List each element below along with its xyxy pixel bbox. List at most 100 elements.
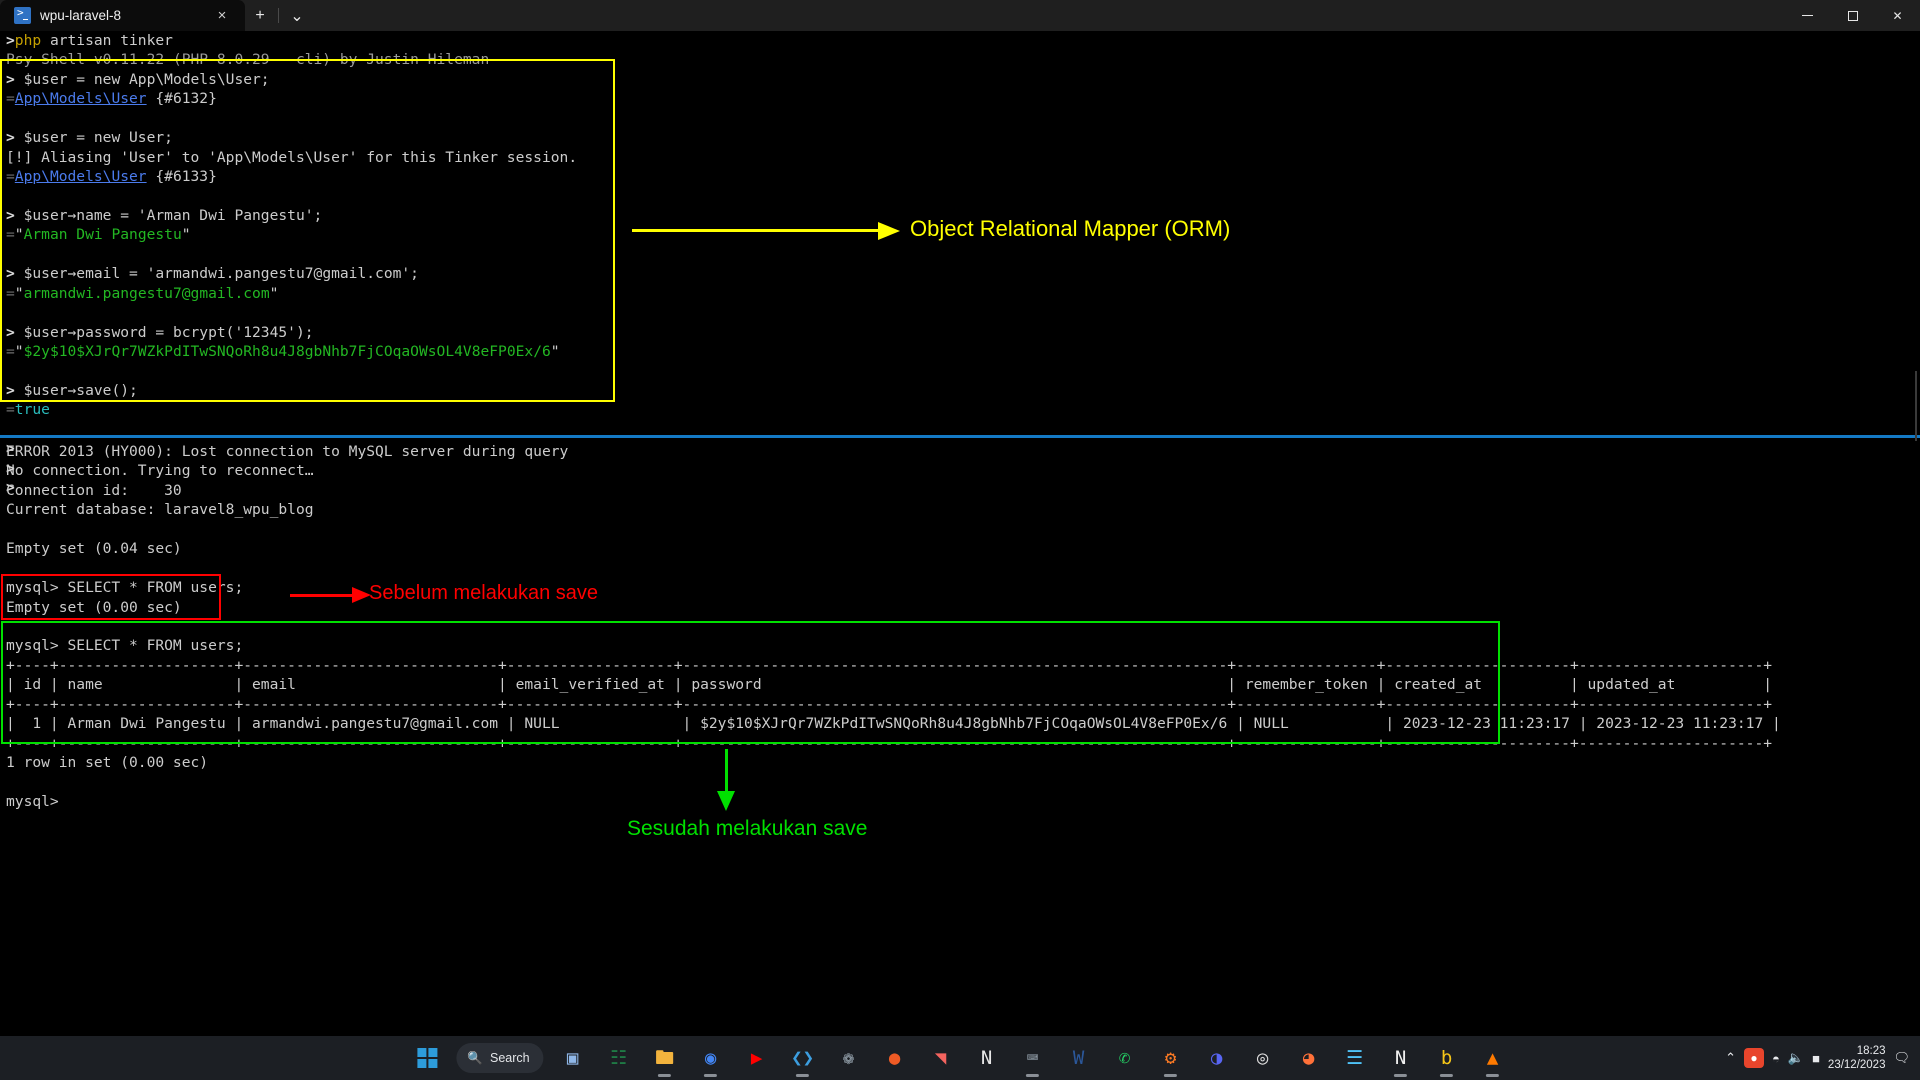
orm-arrow-line: [632, 229, 882, 232]
taskbar-item-vlc-media-player[interactable]: ▲: [1470, 1036, 1516, 1080]
mysql-pane[interactable]: ERROR 2013 (HY000): Lost connection to M…: [0, 442, 1920, 811]
mysql-line: Connection id: 30: [6, 481, 182, 499]
terminal-text: ": [269, 284, 279, 302]
tray-app-icon[interactable]: ●: [1744, 1048, 1765, 1068]
scrollbar-thumb[interactable]: [1915, 371, 1917, 441]
terminal-text: {#6132}: [146, 90, 217, 108]
terminal-line: =App\Models\User {#6132}: [0, 89, 1920, 108]
close-tab-icon[interactable]: ×: [209, 4, 235, 28]
terminal-line: ="armandwi.pangestu7@gmail.com": [0, 284, 1920, 303]
terminal-line: > $user = new App\Models\User;: [0, 70, 1920, 89]
taskbar-item-postman[interactable]: ●: [872, 1036, 918, 1080]
terminal-line: [!] Aliasing 'User' to 'App\Models\User'…: [0, 148, 1920, 167]
new-tab-button[interactable]: +: [245, 0, 275, 31]
result-marker: =: [6, 90, 15, 108]
taskbar-clock[interactable]: 18:23 23/12/2023: [1828, 1044, 1886, 1072]
notification-icon[interactable]: 🗨: [1893, 1050, 1910, 1066]
wifi-icon[interactable]: ◓: [1772, 1051, 1780, 1066]
steam-icon: ❁: [842, 1046, 855, 1069]
bitly-icon: b: [1440, 1046, 1453, 1069]
taskbar-item-whatsapp[interactable]: ✆: [1102, 1036, 1148, 1080]
terminal-text: $user→email = 'armandwi.pangestu7@gmail.…: [14, 265, 419, 283]
visual-studio-code-icon: ❮❯: [791, 1046, 815, 1069]
start-button[interactable]: [404, 1036, 450, 1080]
youtube-icon: ▶: [750, 1046, 763, 1069]
terminal-line: Psy Shell v0.11.22 (PHP 8.0.29 — cli) by…: [0, 50, 1920, 69]
terminal-text: ": [14, 343, 24, 360]
mysql-line: mysql> SELECT * FROM users;: [6, 637, 244, 655]
orm-annotation-label: Object Relational Mapper (ORM): [910, 216, 1231, 241]
terminal-text[interactable]: App\Models\User: [15, 168, 147, 185]
taskbar-item-discord[interactable]: ◑: [1194, 1036, 1240, 1080]
tab-dropdown-button[interactable]: ⌄: [282, 0, 312, 31]
window-controls: ✕: [1785, 0, 1920, 31]
taskbar-item-notion-alt[interactable]: N: [964, 1036, 1010, 1080]
prompt-marker: >: [6, 206, 15, 224]
taskbar-item-visual-studio-code[interactable]: ❮❯: [780, 1036, 826, 1080]
taskbar-item-notion[interactable]: N: [1378, 1036, 1424, 1080]
taskbar-item-microsoft-word[interactable]: W: [1056, 1036, 1102, 1080]
taskbar-item-bitly[interactable]: b: [1424, 1036, 1470, 1080]
mysql-line: [0, 772, 1920, 791]
terminal-line: ="$2y$10$XJrQr7WZkPdITwSNQoRh8u4J8gbNhb7…: [0, 342, 1920, 361]
battery-icon[interactable]: ■: [1812, 1051, 1820, 1066]
terminal-text: $user→password = bcrypt('12345');: [14, 323, 314, 341]
mysql-line: [0, 559, 1920, 578]
terminal-text: php: [14, 32, 42, 49]
taskbar-item-firefox[interactable]: ◕: [1286, 1036, 1332, 1080]
mysql-line: Empty set (0.04 sec): [6, 540, 182, 558]
mysql-line: ERROR 2013 (HY000): Lost connection to M…: [6, 443, 569, 460]
maximize-button[interactable]: [1830, 0, 1875, 31]
terminal-line: > $user = new User;: [0, 128, 1920, 147]
terminal-text: ": [550, 343, 560, 360]
taskbar-item-notepad[interactable]: ☰: [1332, 1036, 1378, 1080]
tab-title: wpu-laravel-8: [40, 8, 122, 23]
taskbar-search[interactable]: 🔍 Search: [456, 1043, 544, 1073]
taskbar-item-browser-alt[interactable]: ◎: [1240, 1036, 1286, 1080]
titlebar-divider: [278, 8, 279, 23]
firefox-icon: ◕: [1302, 1046, 1315, 1069]
windows-logo-icon: [417, 1047, 438, 1069]
terminal-text: $user→name = 'Arman Dwi Pangestu';: [14, 206, 323, 224]
taskbar-item-laravel[interactable]: ◥: [918, 1036, 964, 1080]
minimize-button[interactable]: [1785, 0, 1830, 31]
notepad-icon: ☰: [1346, 1046, 1364, 1069]
close-window-button[interactable]: ✕: [1875, 0, 1920, 31]
taskbar-item-xampp[interactable]: ⚙: [1148, 1036, 1194, 1080]
tray-chevron-icon[interactable]: ⌃: [1725, 1050, 1736, 1066]
mysql-line: +----+--------------------+-------------…: [6, 734, 1773, 752]
terminal-line: > $user→email = 'armandwi.pangestu7@gmai…: [0, 264, 1920, 283]
prompt-marker: >: [6, 32, 15, 49]
taskbar-item-file-explorer[interactable]: 🖿: [642, 1036, 688, 1080]
tinker-pane[interactable]: >php artisan tinker Psy Shell v0.11.22 (P…: [0, 31, 1920, 498]
taskbar-app-list: ▣ ☷ 🖿 ◉ ▶ ❮❯ ❁ ● ◥ N ⌨ W ✆ ⚙ ◑ ◎ ◕ ☰ Nb ▲: [550, 1036, 1516, 1080]
taskbar-item-steam[interactable]: ❁: [826, 1036, 872, 1080]
terminal-text: Arman Dwi Pangestu: [23, 226, 182, 244]
taskbar-item-google-chrome[interactable]: ◉: [688, 1036, 734, 1080]
terminal-text: $user = new App\Models\User;: [14, 70, 270, 88]
terminal-text[interactable]: App\Models\User: [15, 90, 147, 107]
taskbar-item-terminal[interactable]: ⌨: [1010, 1036, 1056, 1080]
terminal-body[interactable]: >php artisan tinker Psy Shell v0.11.22 (P…: [0, 31, 1920, 1046]
result-marker: =: [6, 343, 15, 360]
notion-alt-icon: N: [980, 1046, 993, 1069]
terminal-text: $user = new User;: [14, 129, 173, 147]
mysql-line: mysql> SELECT * FROM users;: [6, 579, 244, 597]
volume-icon[interactable]: 🔈: [1788, 1050, 1804, 1066]
terminal-line: >php artisan tinker: [0, 31, 1920, 50]
terminal-text: ": [14, 226, 24, 244]
taskbar-item-youtube[interactable]: ▶: [734, 1036, 780, 1080]
orm-arrow-head: [878, 222, 900, 240]
mysql-line: | 1 | Arman Dwi Pangestu | armandwi.pang…: [6, 715, 1781, 733]
before-save-annotation-label: Sebelum melakukan save: [369, 582, 599, 604]
vlc-media-player-icon: ▲: [1486, 1046, 1499, 1069]
terminal-text: $user→save();: [14, 381, 138, 399]
prompt-marker: >: [6, 381, 15, 399]
mysql-line: [0, 520, 1920, 539]
terminal-tab[interactable]: wpu-laravel-8 ×: [0, 0, 245, 31]
taskbar-item-excel[interactable]: ☷: [596, 1036, 642, 1080]
taskbar-item-task-view[interactable]: ▣: [550, 1036, 596, 1080]
